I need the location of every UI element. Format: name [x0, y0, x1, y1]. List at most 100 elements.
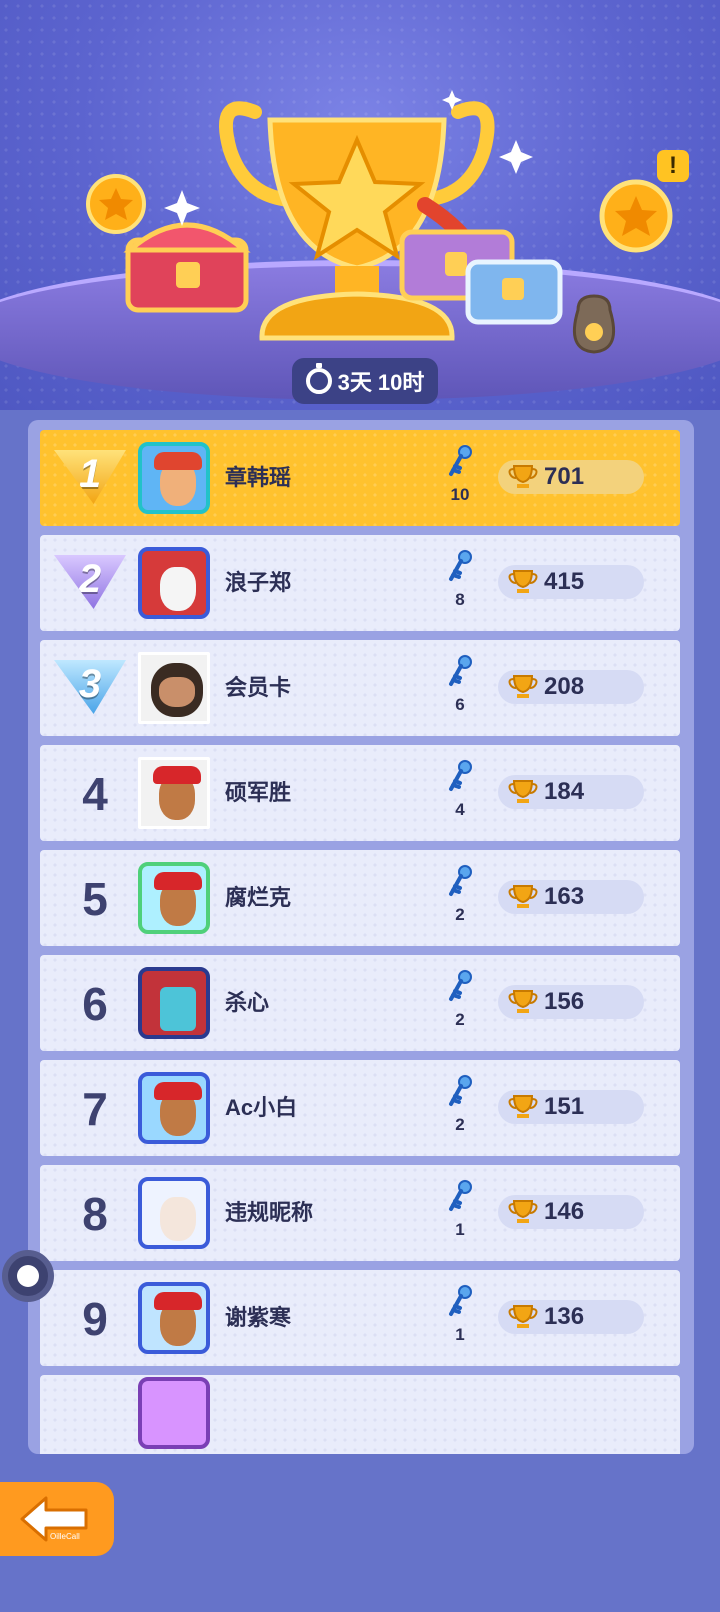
- avatar[interactable]: [138, 1177, 210, 1249]
- keys-stat: 8: [440, 549, 480, 610]
- countdown-timer: 3天 10时: [292, 358, 438, 404]
- avatar[interactable]: [138, 967, 210, 1039]
- rank-number: 7: [82, 1083, 108, 1135]
- avatar[interactable]: [138, 547, 210, 619]
- trophy-scene: [86, 90, 673, 354]
- key-count: 2: [455, 905, 465, 924]
- key-count: 2: [455, 1115, 465, 1134]
- key-icon: [449, 1180, 472, 1211]
- keys-stat: 1: [440, 1284, 480, 1345]
- trophy-score: 415: [498, 565, 644, 599]
- rank-number: 9: [82, 1293, 108, 1345]
- trophy-score: 136: [498, 1300, 644, 1334]
- trophy-icon: [508, 990, 538, 1013]
- back-button[interactable]: OilleCall: [0, 1482, 114, 1556]
- score-value: 415: [544, 568, 585, 595]
- trophy-icon: [508, 1305, 538, 1328]
- keys-stat: 2: [440, 864, 480, 925]
- trophy-icon: [508, 780, 538, 803]
- key-count: 8: [455, 590, 465, 609]
- player-name: 腐烂克: [225, 885, 292, 910]
- key-icon: [449, 865, 472, 896]
- key-count: 10: [450, 485, 470, 504]
- rank-number: 5: [82, 873, 108, 925]
- keys-stat: 10: [440, 444, 480, 505]
- money-bag-icon: [573, 294, 615, 354]
- player-name: 章韩瑶: [225, 465, 292, 490]
- floating-assistive-button[interactable]: [2, 1250, 54, 1302]
- leaderboard-row-9[interactable]: 9 谢紫寒 1 136: [40, 1270, 680, 1366]
- trophy-score: 146: [498, 1195, 644, 1229]
- trophy-score: 151: [498, 1090, 644, 1124]
- rank-number: 6: [82, 978, 108, 1030]
- key-icon: [449, 1075, 472, 1106]
- back-arrow-icon: [20, 1496, 88, 1542]
- player-name: 浪子郑: [225, 570, 292, 595]
- alert-icon[interactable]: !: [657, 150, 689, 182]
- score-value: 184: [544, 778, 585, 805]
- keys-stat: 2: [440, 1074, 480, 1135]
- leaderboard-row-1[interactable]: 1 章韩瑶 10 701: [40, 430, 680, 526]
- back-button-tag: OilleCall: [50, 1532, 80, 1541]
- trophy-banner: ! 3天 10时: [0, 0, 720, 410]
- leaderboard-row-7[interactable]: 7 Ac小白 2 151: [40, 1060, 680, 1156]
- avatar[interactable]: [138, 1377, 210, 1449]
- trophy-icon: [508, 675, 538, 698]
- score-value: 701: [544, 463, 585, 490]
- score-value: 156: [544, 988, 585, 1015]
- player-name: 会员卡: [225, 675, 292, 700]
- trophy-score: 163: [498, 880, 644, 914]
- key-count: 2: [455, 1010, 465, 1029]
- score-value: 151: [544, 1093, 585, 1120]
- leaderboard-row-10-partial[interactable]: [40, 1375, 680, 1454]
- timer-text: 3天 10时: [337, 370, 425, 395]
- trophy-score: 208: [498, 670, 644, 704]
- trophy-icon: [508, 885, 538, 908]
- keys-stat: 4: [440, 759, 480, 820]
- avatar[interactable]: [138, 1072, 210, 1144]
- score-value: 136: [544, 1303, 585, 1330]
- leaderboard-row-8[interactable]: 8 违规昵称 1 146: [40, 1165, 680, 1261]
- key-count: 1: [455, 1220, 465, 1239]
- key-icon: [449, 655, 472, 686]
- avatar[interactable]: [138, 862, 210, 934]
- leaderboard-row-3[interactable]: 3 会员卡 6 208: [40, 640, 680, 736]
- keys-stat: 1: [440, 1179, 480, 1240]
- rank-number: 8: [82, 1188, 108, 1240]
- rank-medal-gold: 1: [54, 450, 126, 504]
- leaderboard-panel[interactable]: 1 章韩瑶 10 701 2 浪子郑 8 415 3 会员卡 6 208 4 硕…: [28, 420, 694, 1454]
- trophy-icon: [508, 1200, 538, 1223]
- player-name: 硕军胜: [225, 780, 292, 805]
- key-count: 6: [455, 695, 465, 714]
- avatar[interactable]: [138, 652, 210, 724]
- trophy-icon: [508, 465, 538, 488]
- red-chest-icon: [123, 222, 251, 313]
- rank-medal-silver: 2: [54, 555, 126, 609]
- rank-medal-bronze: 3: [54, 660, 126, 714]
- key-icon: [449, 760, 472, 791]
- avatar[interactable]: [138, 442, 210, 514]
- right-coin-icon: [599, 179, 673, 253]
- key-icon: [449, 970, 472, 1001]
- avatar[interactable]: [138, 1282, 210, 1354]
- key-icon: [449, 445, 472, 476]
- player-name: 违规昵称: [225, 1200, 314, 1225]
- leaderboard-row-6[interactable]: 6 杀心 2 156: [40, 955, 680, 1051]
- player-name: 谢紫寒: [225, 1305, 292, 1330]
- key-icon: [449, 550, 472, 581]
- key-count: 4: [455, 800, 465, 819]
- leaderboard-row-5[interactable]: 5 腐烂克 2 163: [40, 850, 680, 946]
- avatar[interactable]: [138, 757, 210, 829]
- player-name: Ac小白: [225, 1095, 298, 1120]
- leaderboard-row-2[interactable]: 2 浪子郑 8 415: [40, 535, 680, 631]
- blue-chest-icon: [465, 259, 563, 325]
- key-icon: [449, 1285, 472, 1316]
- key-count: 1: [455, 1325, 465, 1344]
- trophy-score: 156: [498, 985, 644, 1019]
- trophy-score: 701: [498, 460, 644, 494]
- player-name: 杀心: [225, 990, 270, 1015]
- rank-number: 4: [82, 768, 108, 820]
- stopwatch-icon: [305, 363, 332, 394]
- score-value: 146: [544, 1198, 585, 1225]
- leaderboard-row-4[interactable]: 4 硕军胜 4 184: [40, 745, 680, 841]
